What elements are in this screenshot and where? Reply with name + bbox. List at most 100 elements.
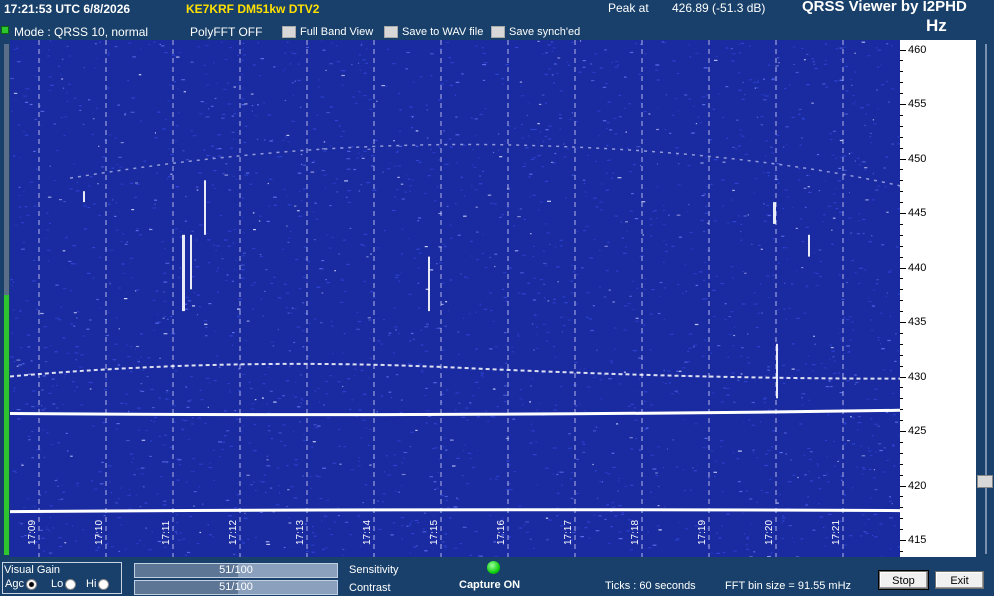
- noise-speck: [844, 65, 848, 68]
- noise-speck: [222, 173, 225, 175]
- frequency-slider-thumb[interactable]: [977, 475, 993, 488]
- noise-speck: [324, 547, 329, 549]
- radio-dot-selected[interactable]: [25, 578, 37, 590]
- save-wav-checkbox[interactable]: Save to WAV file: [384, 25, 483, 39]
- noise-speck: [801, 117, 804, 119]
- noise-speck: [688, 347, 692, 349]
- noise-speck: [722, 205, 725, 207]
- noise-speck: [163, 291, 165, 293]
- noise-speck: [336, 61, 340, 63]
- contrast-slider[interactable]: 51/100: [134, 580, 338, 595]
- noise-speck: [652, 544, 657, 546]
- noise-speck: [400, 272, 402, 274]
- noise-speck: [29, 181, 34, 183]
- noise-speck: [676, 391, 678, 393]
- noise-speck: [535, 441, 538, 443]
- noise-speck: [713, 220, 718, 222]
- noise-speck: [508, 267, 513, 269]
- save-synched-checkbox[interactable]: Save synch'ed: [491, 25, 580, 39]
- noise-speck: [397, 176, 400, 178]
- noise-speck: [11, 285, 13, 287]
- noise-speck: [542, 323, 546, 325]
- noise-speck: [591, 80, 595, 82]
- noise-speck: [741, 135, 745, 137]
- noise-speck: [310, 487, 312, 489]
- noise-speck: [82, 529, 85, 531]
- noise-speck: [215, 148, 219, 150]
- noise-speck: [253, 229, 256, 231]
- noise-speck: [461, 416, 466, 418]
- noise-speck: [257, 42, 259, 44]
- lo-radio[interactable]: Lo: [51, 578, 77, 590]
- hi-radio[interactable]: Hi: [86, 578, 110, 590]
- noise-speck: [655, 69, 659, 71]
- noise-speck: [824, 63, 828, 65]
- freq-minor-tick: [900, 420, 903, 422]
- spectrogram-waterfall[interactable]: 17:09 17:10 17:11 17:12 17:13 17:14 17:15 17:16…: [10, 40, 900, 557]
- noise-speck: [191, 230, 194, 232]
- full-band-view-checkbox[interactable]: Full Band View: [282, 25, 373, 39]
- noise-speck: [560, 245, 563, 247]
- noise-speck: [140, 383, 143, 385]
- noise-speck: [471, 395, 475, 397]
- noise-speck: [890, 269, 892, 271]
- noise-speck: [889, 315, 891, 317]
- noise-speck: [145, 527, 147, 529]
- noise-speck: [394, 276, 399, 279]
- noise-speck: [677, 110, 680, 112]
- checkbox-box[interactable]: [282, 26, 296, 38]
- noise-speck: [372, 189, 377, 191]
- noise-speck: [187, 439, 191, 441]
- noise-speck: [135, 345, 140, 348]
- noise-speck: [606, 159, 611, 161]
- sensitivity-slider[interactable]: 51/100: [134, 563, 338, 578]
- noise-speck: [865, 113, 868, 115]
- noise-speck: [466, 334, 470, 336]
- noise-speck: [629, 549, 634, 551]
- noise-speck: [48, 89, 52, 91]
- noise-speck: [36, 308, 38, 310]
- noise-speck: [446, 205, 449, 207]
- exit-button[interactable]: Exit: [935, 571, 984, 589]
- mode-label[interactable]: Mode : QRSS 10, normal: [14, 25, 148, 39]
- noise-speck: [880, 312, 883, 314]
- noise-speck: [283, 444, 287, 447]
- noise-speck: [887, 339, 891, 342]
- ticks-interval: Ticks : 60 seconds: [605, 580, 696, 592]
- noise-speck: [464, 276, 467, 278]
- noise-speck: [178, 277, 180, 279]
- stop-button[interactable]: Stop: [878, 570, 929, 590]
- noise-speck: [792, 46, 796, 48]
- polyfft-toggle[interactable]: PolyFFT OFF: [190, 25, 262, 39]
- noise-speck: [377, 340, 381, 342]
- noise-speck: [12, 309, 15, 311]
- noise-speck: [299, 421, 301, 423]
- noise-speck: [12, 387, 17, 389]
- noise-speck: [130, 111, 135, 113]
- noise-speck: [677, 184, 681, 186]
- noise-speck: [339, 301, 344, 303]
- noise-speck: [417, 217, 422, 219]
- noise-speck: [346, 263, 350, 265]
- noise-speck: [476, 231, 479, 233]
- checkbox-box[interactable]: [384, 26, 398, 38]
- radio-dot[interactable]: [65, 578, 77, 590]
- checkbox-box[interactable]: [491, 26, 505, 38]
- noise-speck: [592, 463, 594, 466]
- agc-radio[interactable]: Agc: [5, 578, 37, 590]
- noise-speck: [563, 156, 567, 158]
- noise-speck: [328, 247, 332, 249]
- noise-speck: [10, 77, 14, 80]
- noise-speck: [115, 202, 118, 204]
- noise-speck: [46, 526, 48, 528]
- noise-speck: [697, 116, 700, 118]
- noise-speck: [240, 277, 245, 279]
- radio-dot[interactable]: [98, 578, 110, 590]
- noise-speck: [535, 333, 537, 336]
- noise-speck: [478, 183, 483, 185]
- noise-speck: [576, 527, 579, 529]
- noise-speck: [852, 95, 855, 97]
- noise-speck: [277, 297, 282, 299]
- noise-speck: [154, 137, 158, 139]
- noise-speck: [694, 423, 698, 425]
